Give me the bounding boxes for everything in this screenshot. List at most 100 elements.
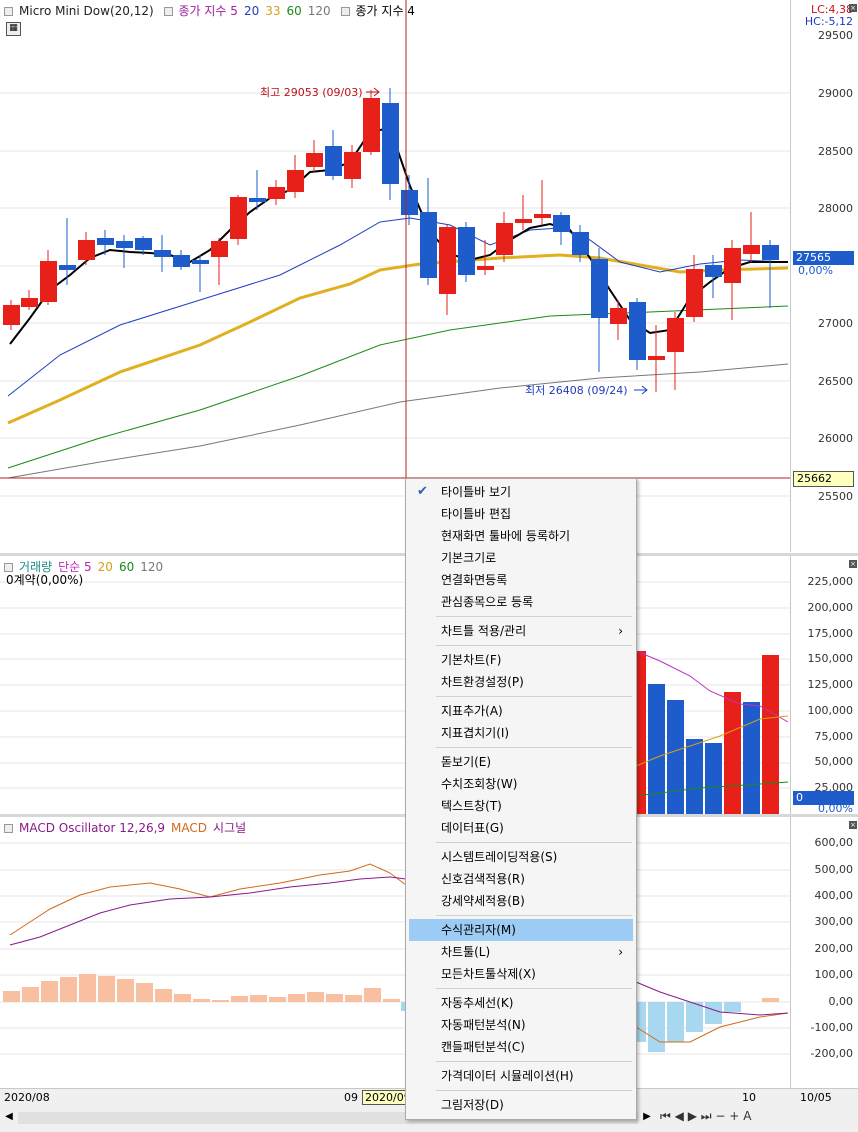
volume-tick: 150,000	[807, 652, 854, 665]
candle	[420, 212, 437, 278]
candle	[743, 245, 760, 254]
candle	[21, 298, 38, 307]
zoom-tools: ⏮ ◀ ▶ ⏭ − + A	[660, 1109, 751, 1124]
menu-item-overlay-indicator[interactable]: 지표겹치기(I)	[409, 722, 633, 744]
volume-chart-svg	[0, 556, 790, 814]
price-tick: 26000	[818, 432, 853, 445]
menu-item-auto-trendline[interactable]: 자동추세선(K)	[409, 992, 633, 1014]
scroll-left-icon[interactable]: ◀	[2, 1110, 16, 1124]
panel-handle-icon[interactable]	[163, 7, 173, 16]
submenu-arrow-icon: ›	[618, 945, 623, 959]
macd-oscillator-bars-negative	[629, 1002, 741, 1052]
menu-item-label: 가격데이터 시뮬레이션(H)	[441, 1069, 574, 1083]
price-tick: 25500	[818, 490, 853, 503]
menu-item-candle-pattern[interactable]: 캔들패턴분석(C)	[409, 1036, 633, 1058]
menu-item-add-indicator[interactable]: 지표추가(A)	[409, 700, 633, 722]
menu-item-basic-chart[interactable]: 기본차트(F)	[409, 649, 633, 671]
menu-item-magnifier[interactable]: 돋보기(E)	[409, 751, 633, 773]
volume-axis[interactable]: × 225,000 200,000 175,000 150,000 125,00…	[790, 556, 858, 815]
menu-item-label: 관심종목으로 등록	[441, 595, 534, 609]
volume-bar	[762, 655, 779, 814]
panel-handle-icon[interactable]	[4, 824, 13, 833]
candle	[59, 265, 76, 270]
menu-item-default-size[interactable]: 기본크기로	[409, 547, 633, 569]
menu-item-label: 모든차트툴삭제(X)	[441, 967, 536, 981]
end-icon[interactable]: ⏭	[701, 1109, 712, 1123]
osc-bar	[98, 976, 115, 1002]
candle	[3, 305, 20, 325]
osc-bar	[136, 983, 153, 1002]
close-icon[interactable]: ×	[849, 4, 857, 12]
macd-tick: 300,00	[814, 915, 854, 928]
menu-item-watchlist[interactable]: 관심종목으로 등록	[409, 591, 633, 613]
osc-bar	[307, 992, 324, 1002]
candle	[724, 248, 741, 283]
osc-bar	[250, 995, 267, 1002]
menu-separator	[436, 616, 632, 617]
zoom-minus-icon[interactable]: −	[715, 1109, 725, 1123]
candle	[287, 170, 304, 192]
macd-axis[interactable]: × 600,00 500,00 400,00 300,00 200,00 100…	[790, 817, 858, 1088]
close-icon[interactable]: ×	[849, 821, 857, 829]
macd-legend: MACD Oscillator 12,26,9 MACD 시그널	[4, 819, 252, 836]
next-icon[interactable]: ▶	[688, 1109, 697, 1123]
menu-item-link-screen[interactable]: 연결화면등록	[409, 569, 633, 591]
menu-item-label: 시스템트레이딩적용(S)	[441, 850, 558, 864]
menu-item-value-window[interactable]: 수치조회창(W)	[409, 773, 633, 795]
osc-bar	[364, 988, 381, 1002]
osc-bar	[231, 996, 248, 1002]
menu-item-chart-frame[interactable]: 차트틀 적용/관리 ›	[409, 620, 633, 642]
high-arrow	[366, 87, 380, 97]
menu-item-titlebar-view[interactable]: ✔ 타이틀바 보기	[409, 481, 633, 503]
menu-item-strength[interactable]: 강세약세적용(B)	[409, 890, 633, 912]
begin-icon[interactable]: ⏮	[660, 1109, 671, 1123]
menu-item-delete-tools[interactable]: 모든차트툴삭제(X)	[409, 963, 633, 985]
osc-bar	[269, 997, 286, 1002]
menu-item-price-simulation[interactable]: 가격데이터 시뮬레이션(H)	[409, 1065, 633, 1087]
volume-tick: 175,000	[807, 627, 854, 640]
osc-bar	[383, 999, 400, 1002]
osc-bar	[155, 989, 172, 1002]
candle	[192, 260, 209, 264]
price-tick: 28500	[818, 145, 853, 158]
prev-icon[interactable]: ◀	[675, 1109, 684, 1123]
volume-legend-ma60: 60	[118, 560, 135, 574]
macd-chart-panel[interactable]: MACD Oscillator 12,26,9 MACD 시그널	[0, 817, 790, 1088]
scroll-right-icon[interactable]: ▶	[640, 1110, 654, 1124]
menu-item-auto-pattern[interactable]: 자동패턴분석(N)	[409, 1014, 633, 1036]
volume-bar	[667, 700, 684, 814]
osc-bar	[41, 981, 58, 1002]
candle	[439, 227, 456, 294]
panel-handle-icon[interactable]	[340, 7, 350, 16]
menu-item-system-trading[interactable]: 시스템트레이딩적용(S)	[409, 846, 633, 868]
date-label: 2020/08	[4, 1091, 50, 1104]
panel-handle-icon[interactable]	[4, 7, 13, 16]
osc-bar	[193, 999, 210, 1002]
price-candles	[3, 88, 779, 392]
osc-bar	[79, 974, 96, 1002]
volume-tick: 50,000	[814, 755, 854, 768]
price-legend: Micro Mini Dow(20,12) 종가 지수 5 20 33 60 120 종…	[4, 2, 421, 19]
volume-chart-panel[interactable]: 거래량 단순 5 20 60 120 0계약(0,00%)	[0, 556, 790, 814]
close-icon[interactable]: ×	[849, 560, 857, 568]
menu-item-text-window[interactable]: 텍스트창(T)	[409, 795, 633, 817]
price-tick: 27000	[818, 317, 853, 330]
menu-item-titlebar-edit[interactable]: 타이틀바 편집	[409, 503, 633, 525]
candle	[762, 245, 779, 260]
menu-item-data-table[interactable]: 데이터표(G)	[409, 817, 633, 839]
grid-toggle-icon[interactable]: ▦	[6, 22, 21, 36]
price-chart-panel[interactable]: Micro Mini Dow(20,12) 종가 지수 5 20 33 60 120 종…	[0, 0, 790, 552]
menu-item-formula-manager[interactable]: 수식관리자(M)	[409, 919, 633, 941]
menu-item-save-image[interactable]: 그림저장(D)	[409, 1094, 633, 1116]
menu-item-chart-settings[interactable]: 차트환경설정(P)	[409, 671, 633, 693]
menu-item-register-toolbar[interactable]: 현재화면 툴바에 등록하기	[409, 525, 633, 547]
zoom-plus-icon[interactable]: +	[729, 1109, 739, 1123]
menu-item-signal-search[interactable]: 신호검색적용(R)	[409, 868, 633, 890]
axis-icon[interactable]: A	[743, 1109, 751, 1123]
volume-tick: 100,000	[807, 704, 854, 717]
macd-legend-title: MACD Oscillator 12,26,9	[19, 821, 166, 835]
menu-item-label: 기본크기로	[441, 551, 497, 565]
candle	[363, 98, 380, 152]
osc-bar	[174, 994, 191, 1002]
menu-item-chart-tools[interactable]: 차트툴(L) ›	[409, 941, 633, 963]
